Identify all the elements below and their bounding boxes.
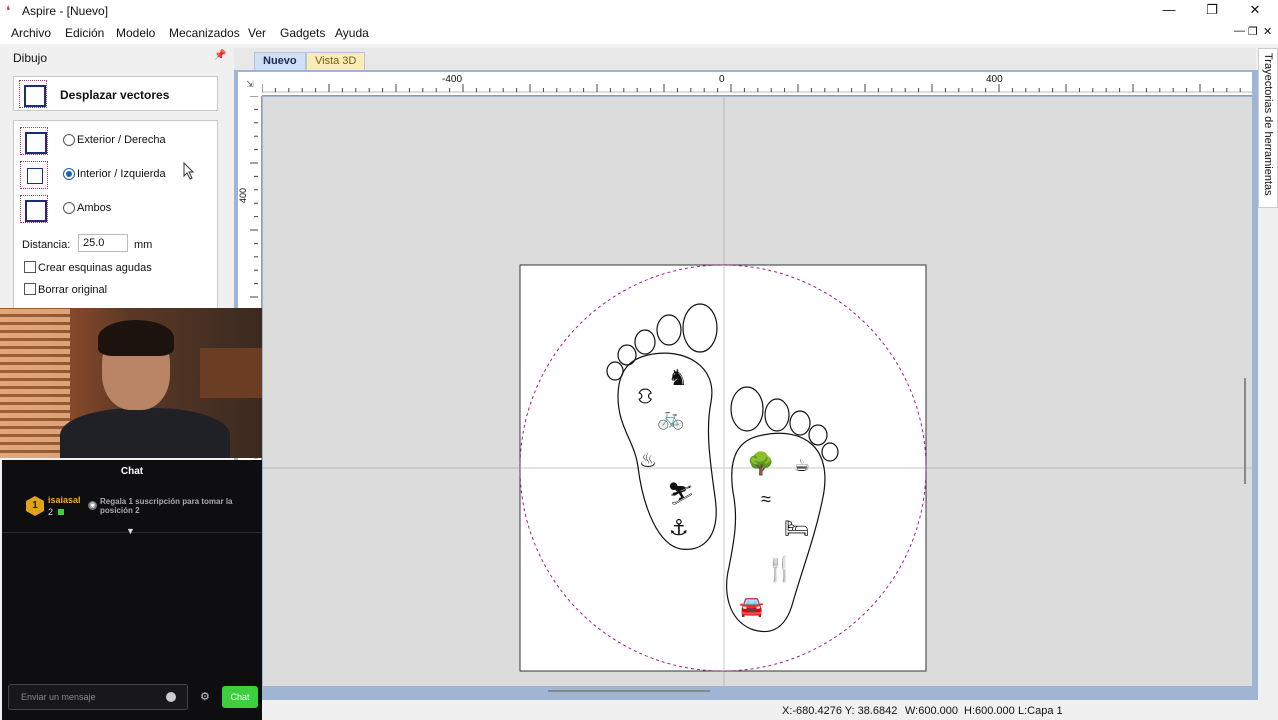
sharp-corners-checkbox[interactable] [24,261,36,273]
menu-modelo[interactable]: Modelo [116,26,155,40]
offset-vectors-icon [19,80,47,108]
distance-input[interactable]: 25.0 [78,234,128,252]
svg-text:☕: ☕ [794,455,810,475]
svg-text:⛷: ⛷ [667,481,695,506]
toolpaths-tab-label: Trayectorias de herramientas [1262,53,1274,196]
minimize-icon[interactable]: — [1147,0,1191,22]
chat-overlay: Chat 1 isaiasal 2 ◉ Regala 1 suscripción… [2,460,262,720]
mdi-restore-icon[interactable]: ❐ [1248,25,1258,38]
gem-icon [58,509,64,515]
ruler-tick-0: 0 [719,74,725,85]
status-layer: L:Capa 1 [1018,705,1063,717]
delete-original-checkbox[interactable] [24,283,36,295]
expand-icon[interactable]: ▼ [126,526,135,536]
radio-both-label: Ambos [77,202,112,214]
tool-options: Exterior / Derecha Interior / Izquierda … [13,120,218,310]
horizontal-ruler: -400 0 400 [262,72,1252,96]
streamer-hair [98,320,174,356]
gift-icon: ◉ [88,501,97,510]
sharp-corners-label: Crear esquinas agudas [38,262,152,274]
ruler-tick-left-400: 400 [238,188,248,204]
radio-outside[interactable] [63,134,75,146]
mouse-cursor-icon [183,162,195,180]
svg-text:♨: ♨ [639,450,657,472]
title-bar: ❛ Aspire - [Nuevo] — ❐ ✕ [0,0,1278,22]
svg-text:🌳: 🌳 [747,450,774,476]
menu-edicion[interactable]: Edición [65,26,104,40]
mdi-close-icon[interactable]: ✕ [1263,25,1272,38]
outside-offset-icon [20,127,48,155]
streamer-body [60,408,230,458]
radio-inside[interactable] [63,168,75,180]
svg-text:≈: ≈ [761,489,771,509]
distance-unit: mm [134,239,153,251]
status-height: H:600.000 [964,705,1015,717]
restore-icon[interactable]: ❐ [1190,0,1234,22]
ruler-tick-400: 400 [986,74,1003,85]
menu-gadgets[interactable]: Gadgets [280,26,325,40]
tab-vista-3d[interactable]: Vista 3D [306,52,366,70]
rank-badge-icon: 1 [26,496,44,516]
vertical-scrollbar[interactable] [1244,378,1246,484]
close-icon[interactable]: ✕ [1233,0,1277,22]
tool-title: Desplazar vectores [60,88,170,102]
window-title: Aspire - [Nuevo] [22,4,109,18]
status-coordinates: X:-680.4276 Y: 38.6842 [782,705,898,717]
emoji-icon[interactable] [166,692,176,702]
panel-title: Dibujo [13,51,48,65]
menu-bar: Archivo Edición Modelo Mecanizados Ver G… [0,22,1278,44]
chat-count: 2 [48,507,54,517]
delete-original-label: Borrar original [38,284,108,296]
chat-header: Chat [120,466,144,477]
radio-outside-label: Exterior / Derecha [77,134,166,146]
pin-icon[interactable]: 📌 [214,50,226,61]
chat-send-button[interactable]: Chat [222,686,258,708]
aspire-app-icon: ❛ [6,3,11,18]
horizontal-ruler-ticks [262,84,1252,93]
radio-both[interactable] [63,202,75,214]
inside-offset-icon [20,161,48,189]
horizontal-scrollbar[interactable] [548,690,710,692]
mdi-minimize-icon[interactable]: — [1234,25,1245,37]
menu-ver[interactable]: Ver [248,26,266,40]
menu-archivo[interactable]: Archivo [11,26,51,40]
svg-text:🚲: 🚲 [657,405,684,430]
ruler-corner: ⇲ [238,72,262,96]
ruler-tick-minus400: -400 [442,74,463,85]
tool-header: Desplazar vectores [13,76,218,111]
gift-message: Regala 1 suscripción para tomar la posic… [100,497,233,515]
radio-inside-label: Interior / Izquierda [77,168,166,180]
svg-text:🚘: 🚘 [739,596,764,618]
distance-label: Distancia: [22,239,71,251]
toolpaths-side-tab[interactable]: Trayectorias de herramientas [1258,48,1278,208]
design-drawing: ⛻ ♞ 🚲 ♨ ⛷ ⚓ 🌳 ☕ ≈ 🛏 🍴 🚘 [263,97,1252,686]
svg-text:⛻: ⛻ [637,383,653,408]
design-canvas[interactable]: ⛻ ♞ 🚲 ♨ ⛷ ⚓ 🌳 ☕ ≈ 🛏 🍴 🚘 [263,97,1252,686]
both-offset-icon [20,195,48,223]
tab-nuevo[interactable]: Nuevo [254,52,306,70]
svg-text:♞: ♞ [668,365,688,390]
chat-input[interactable]: Enviar un mensaje [8,684,188,710]
svg-text:⚓: ⚓ [669,515,689,540]
view-tabs: Nuevo Vista 3D [234,48,1256,70]
status-width: W:600.000 [905,705,959,717]
gear-icon[interactable]: ⚙ [200,690,210,703]
status-bar: X:-680.4276 Y: 38.6842 W:600.000 H:600.0… [262,702,1278,720]
svg-text:🛏: 🛏 [784,518,809,540]
svg-text:🍴: 🍴 [765,555,795,583]
webcam-overlay [0,308,262,458]
chat-username[interactable]: isaiasal [48,495,81,505]
chat-input-placeholder: Enviar un mensaje [21,692,96,702]
background-shelf [200,348,262,398]
menu-mecanizados[interactable]: Mecanizados [169,26,240,40]
menu-ayuda[interactable]: Ayuda [335,26,369,40]
